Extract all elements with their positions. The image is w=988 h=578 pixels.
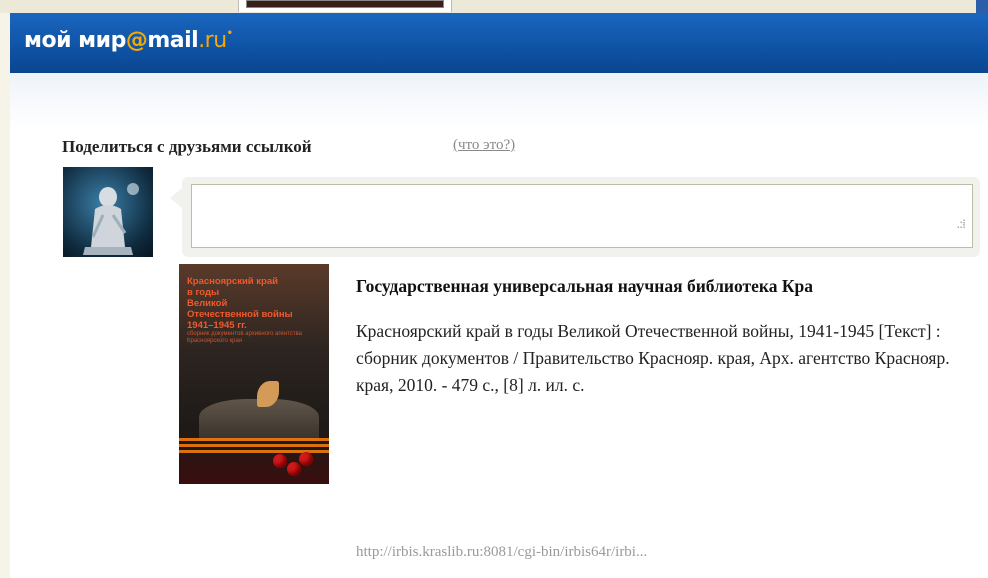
resize-grip-icon[interactable]: .:⁞	[956, 217, 966, 231]
book-cover-line: Отечественной войны	[187, 309, 293, 320]
comment-pointer	[170, 188, 182, 208]
moimir-logo[interactable]: мой мир@mail.ru•	[24, 28, 233, 58]
book-cover-berry	[299, 452, 313, 466]
background-strip	[0, 0, 988, 13]
link-url[interactable]: http://irbis.kraslib.ru:8081/cgi-bin/irb…	[356, 544, 647, 561]
link-description: Красноярский край в годы Великой Отечест…	[356, 321, 950, 395]
book-cover-line: Красноярский край	[187, 276, 278, 287]
avatar-figure-icon	[83, 183, 139, 255]
book-cover-line: Великой	[187, 298, 228, 309]
share-content: Поделиться с друзьями ссылкой (что это?)…	[10, 73, 988, 578]
comment-input[interactable]	[191, 184, 973, 248]
book-cover-line: 1941–1945 гг.	[187, 320, 247, 331]
book-cover-line: в годы	[187, 287, 220, 298]
share-popup-window: мой мир@mail.ru• Поделиться с друзьями с…	[10, 13, 988, 578]
share-title: Поделиться с друзьями ссылкой	[62, 137, 312, 156]
background-window-edge	[976, 0, 988, 13]
logo-text-mail: mail	[147, 28, 199, 53]
background-thumbnail	[246, 0, 444, 8]
logo-text-ru: .ru	[198, 28, 227, 53]
header-bar: мой мир@mail.ru•	[10, 13, 988, 73]
book-cover-berry	[287, 462, 301, 476]
book-cover-text: Красноярский край в годы Великой Отечест…	[187, 276, 321, 345]
link-title[interactable]: Государственная универсальная научная би…	[356, 276, 988, 297]
book-cover-subtitle: сборник документов архивного агентства К…	[187, 331, 302, 344]
user-avatar[interactable]	[63, 167, 153, 257]
logo-at: @	[125, 28, 148, 53]
what-is-this-link[interactable]: (что это?)	[453, 137, 515, 154]
logo-dot: •	[226, 28, 233, 39]
book-cover-image: Красноярский край в годы Великой Отечест…	[179, 264, 329, 484]
logo-text-moimir: мой мир	[24, 28, 126, 53]
book-cover-berry	[273, 454, 287, 468]
